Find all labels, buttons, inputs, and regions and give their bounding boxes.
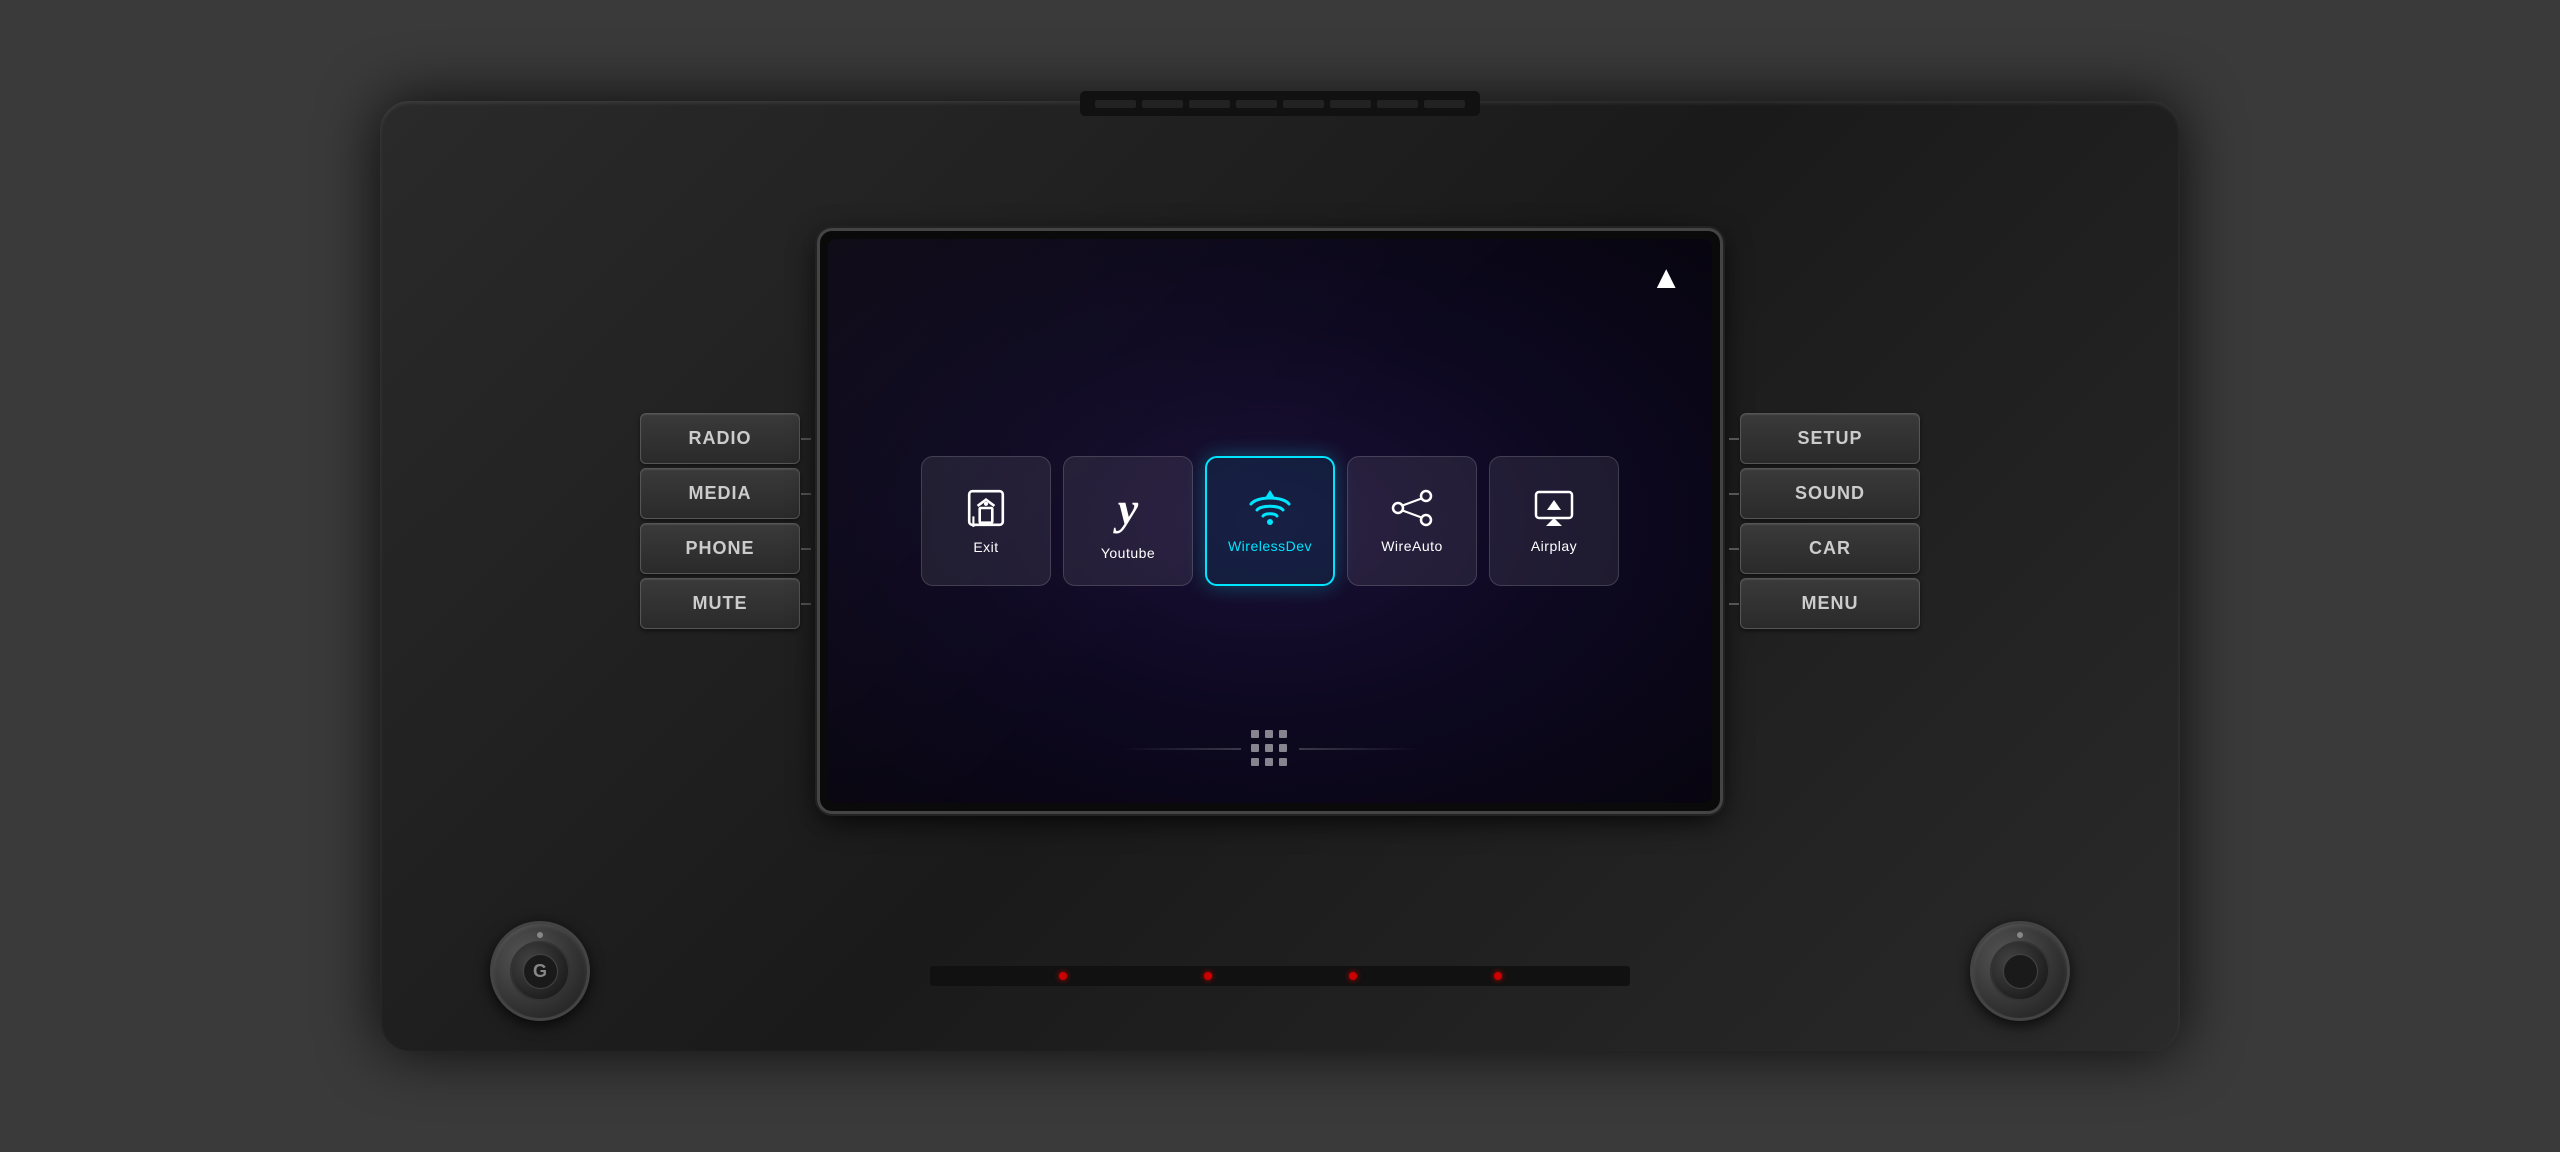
exit-label: Exit bbox=[973, 539, 998, 555]
ir-dot-2 bbox=[1204, 972, 1212, 980]
vent-slot bbox=[1095, 100, 1136, 108]
top-vent bbox=[1080, 91, 1480, 116]
menu-item-wireauto[interactable]: WireAuto bbox=[1347, 456, 1477, 586]
screen-container: ▲ bbox=[820, 231, 1720, 811]
wireauto-icon bbox=[1390, 488, 1434, 528]
right-knob-center bbox=[2003, 954, 2038, 989]
ir-dot-1 bbox=[1059, 972, 1067, 980]
vent-slot bbox=[1377, 100, 1418, 108]
vent-slot bbox=[1330, 100, 1371, 108]
screen: ▲ bbox=[828, 239, 1712, 803]
vent-slot bbox=[1142, 100, 1183, 108]
menu-item-youtube[interactable]: y Youtube bbox=[1063, 456, 1193, 586]
car-button[interactable]: CAR bbox=[1740, 523, 1920, 574]
vent-slot bbox=[1189, 100, 1230, 108]
left-knob-label: G bbox=[533, 961, 547, 982]
radio-button[interactable]: RADIO bbox=[640, 413, 800, 464]
sound-button[interactable]: SOUND bbox=[1740, 468, 1920, 519]
ir-dot-3 bbox=[1349, 972, 1357, 980]
vent-slot bbox=[1236, 100, 1277, 108]
exit-icon bbox=[965, 487, 1007, 529]
airplay-label: Airplay bbox=[1531, 538, 1577, 554]
nav-arrow-icon: ▲ bbox=[1650, 259, 1682, 296]
right-knob[interactable] bbox=[1970, 921, 2070, 1021]
main-row: RADIO MEDIA PHONE MUTE ▲ bbox=[410, 131, 2150, 911]
menu-row: Exit y Youtube bbox=[901, 436, 1639, 606]
youtube-icon: y bbox=[1118, 482, 1138, 535]
menu-item-airplay[interactable]: Airplay bbox=[1489, 456, 1619, 586]
menu-button[interactable]: MENU bbox=[1740, 578, 1920, 629]
setup-button[interactable]: SETUP bbox=[1740, 413, 1920, 464]
left-knob-inner: G bbox=[510, 941, 570, 1001]
screen-bezel: ▲ bbox=[820, 231, 1720, 811]
right-knob-inner bbox=[1990, 941, 2050, 1001]
left-knob[interactable]: G bbox=[490, 921, 590, 1021]
wireauto-label: WireAuto bbox=[1381, 538, 1443, 554]
car-unit: RADIO MEDIA PHONE MUTE ▲ bbox=[380, 101, 2180, 1051]
media-button[interactable]: MEDIA bbox=[640, 468, 800, 519]
menu-item-exit[interactable]: Exit bbox=[921, 456, 1051, 586]
right-buttons: SETUP SOUND CAR MENU bbox=[1740, 413, 1920, 629]
deco-grid bbox=[1241, 730, 1299, 768]
phone-button[interactable]: PHONE bbox=[640, 523, 800, 574]
left-knob-center: G bbox=[523, 954, 558, 989]
deco-line-right bbox=[1299, 748, 1419, 750]
left-buttons: RADIO MEDIA PHONE MUTE bbox=[640, 413, 800, 629]
knobs-row: G bbox=[410, 921, 2150, 1021]
ir-strip bbox=[930, 966, 1630, 986]
menu-item-wirelessdev[interactable]: WirelessDev bbox=[1205, 456, 1335, 586]
youtube-label: Youtube bbox=[1101, 545, 1155, 561]
vent-slot bbox=[1424, 100, 1465, 108]
ir-dot-4 bbox=[1494, 972, 1502, 980]
mute-button[interactable]: MUTE bbox=[640, 578, 800, 629]
airplay-icon bbox=[1532, 488, 1576, 528]
vent-slot bbox=[1283, 100, 1324, 108]
wifi-icon bbox=[1247, 488, 1293, 528]
bottom-decoration bbox=[1121, 730, 1419, 768]
deco-line-left bbox=[1121, 748, 1241, 750]
wirelessdev-label: WirelessDev bbox=[1228, 538, 1312, 554]
